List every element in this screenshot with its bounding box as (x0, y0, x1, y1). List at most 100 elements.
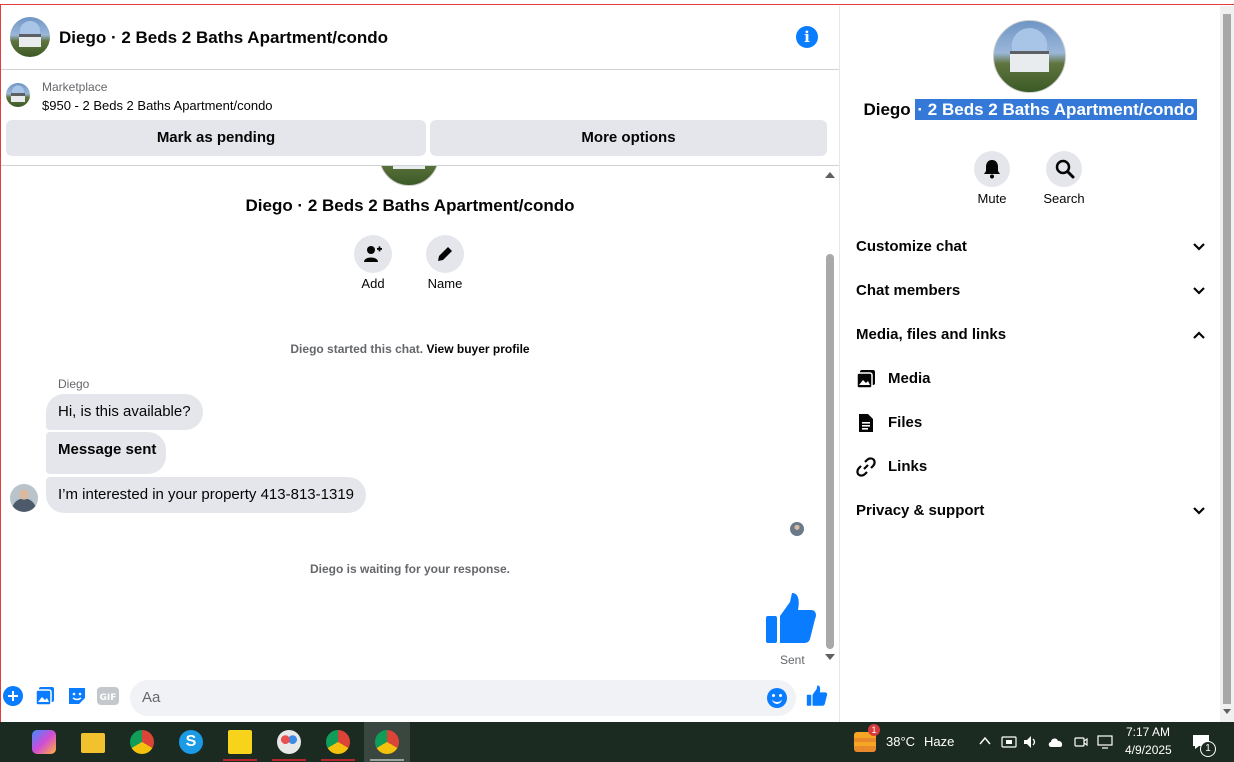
add-person-button[interactable] (354, 235, 392, 273)
message-list: Diego · 2 Beds 2 Baths Apartment/condo A… (1, 166, 823, 671)
display-icon[interactable] (1097, 734, 1113, 750)
app-running-indicator (272, 759, 306, 761)
waiting-notice: Diego is waiting for your response. (309, 562, 511, 576)
meet-camera-icon[interactable] (1073, 734, 1089, 750)
listing-price[interactable]: $950 - 2 Beds 2 Baths Apartment/condo (42, 98, 273, 113)
more-options-button[interactable]: More options (430, 120, 827, 156)
mute-button[interactable] (974, 151, 1010, 187)
edit-name-button[interactable] (426, 235, 464, 273)
customize-chat-label: Customize chat (856, 238, 967, 255)
chat-header: Diego · 2 Beds 2 Baths Apartment/condo i (1, 6, 839, 70)
folder-icon (81, 733, 105, 753)
panel-title-name: Diego (863, 100, 916, 119)
clock-date[interactable]: 4/9/2025 (1125, 743, 1172, 757)
taskbar-chrome[interactable] (119, 722, 165, 762)
onedrive-cloud-icon[interactable] (1047, 734, 1065, 750)
chat-scrollbar[interactable] (823, 166, 837, 671)
taskbar-copilot[interactable] (21, 722, 67, 762)
chrome-icon (375, 730, 399, 754)
emoji-icon[interactable] (767, 688, 787, 708)
page-scrollbar[interactable] (1220, 6, 1234, 722)
photo-icon[interactable] (35, 686, 55, 706)
chat-started-text: Diego started this chat. (290, 342, 424, 356)
search-button[interactable] (1046, 151, 1082, 187)
taskbar-skype[interactable]: S (168, 722, 214, 762)
chevron-up-icon (1193, 331, 1205, 339)
copilot-icon (32, 730, 56, 754)
privacy-support-section[interactable]: Privacy & support (856, 496, 1206, 526)
weather-badge: 1 (868, 724, 880, 736)
chevron-down-icon (1193, 287, 1205, 295)
customize-chat-section[interactable]: Customize chat (856, 232, 1206, 262)
volume-icon[interactable] (1023, 734, 1039, 750)
mute-label: Mute (977, 191, 1007, 206)
message-composer: GIF Aa (1, 671, 839, 722)
sticker-icon[interactable] (67, 686, 87, 706)
media-files-links-section[interactable]: Media, files and links (856, 320, 1206, 350)
taskbar-chrome-profile-1[interactable] (315, 722, 361, 762)
message-input-placeholder: Aa (142, 689, 161, 706)
mark-as-pending-button[interactable]: Mark as pending (6, 120, 426, 156)
bell-icon (984, 160, 1000, 179)
marketplace-label: Marketplace (42, 80, 108, 94)
scroll-down-arrow[interactable] (825, 654, 835, 660)
chrome-icon (130, 730, 154, 754)
info-icon[interactable]: i (796, 26, 818, 48)
conversation-info-panel: Diego · 2 Beds 2 Baths Apartment/condo M… (840, 6, 1220, 722)
name-label: Name (427, 276, 463, 291)
message-input[interactable]: Aa (130, 680, 796, 716)
seen-indicator-avatar (790, 522, 804, 536)
listing-thumbnail[interactable] (6, 83, 30, 107)
link-icon (856, 457, 876, 477)
weather-widget[interactable]: 1 38°C Haze (848, 722, 958, 762)
network-status-icon[interactable] (1001, 734, 1017, 750)
marketplace-listing-bar: Marketplace $950 - 2 Beds 2 Baths Apartm… (1, 70, 839, 166)
chevron-down-icon (1193, 243, 1205, 251)
page-scroll-down-arrow[interactable] (1223, 709, 1231, 714)
view-buyer-profile-link[interactable]: View buyer profile (426, 342, 529, 356)
taskbar-paint[interactable] (266, 722, 312, 762)
message-bubble[interactable]: Hi, is this available? (46, 394, 203, 430)
taskbar-sticky-notes[interactable] (217, 722, 263, 762)
weather-temperature: 38°C (886, 734, 916, 749)
search-label: Search (1043, 191, 1085, 206)
add-label: Add (361, 276, 385, 291)
thumbs-up-icon[interactable] (806, 685, 828, 707)
app-running-indicator (223, 759, 257, 761)
panel-avatar[interactable] (993, 20, 1066, 93)
paint-icon (277, 730, 301, 754)
sender-avatar[interactable] (10, 484, 38, 512)
links-item[interactable]: Links (856, 452, 1056, 482)
message-bubble[interactable]: Message sent (46, 432, 166, 474)
sender-name: Diego (58, 377, 90, 391)
search-icon (1055, 159, 1075, 179)
scroll-thumb[interactable] (826, 254, 834, 649)
notification-count-badge: 1 (1200, 741, 1216, 757)
message-bubble[interactable]: I’m interested in your property 413-813-… (46, 477, 367, 513)
chevron-down-icon (1193, 507, 1205, 515)
chat-members-section[interactable]: Chat members (856, 276, 1206, 306)
chat-title[interactable]: Diego · 2 Beds 2 Baths Apartment/condo (59, 28, 388, 48)
chrome-icon (326, 730, 350, 754)
panel-title[interactable]: Diego · 2 Beds 2 Baths Apartment/condo (840, 99, 1220, 120)
page-scroll-thumb[interactable] (1223, 14, 1231, 704)
plus-icon[interactable] (3, 686, 23, 706)
media-item[interactable]: Media (856, 364, 1056, 394)
window-top-edge (0, 0, 1234, 5)
file-icon (859, 414, 873, 432)
conversation-title: Diego · 2 Beds 2 Baths Apartment/condo (245, 196, 575, 215)
chat-members-label: Chat members (856, 282, 961, 299)
scroll-up-arrow[interactable] (825, 172, 835, 178)
media-files-links-label: Media, files and links (856, 326, 1007, 343)
files-item[interactable]: Files (856, 408, 1056, 438)
chat-avatar[interactable] (10, 17, 50, 57)
svg-text:GIF: GIF (100, 693, 117, 703)
chevron-up-icon[interactable] (978, 734, 992, 748)
clock-time[interactable]: 7:17 AM (1126, 725, 1170, 739)
pencil-icon (438, 247, 452, 261)
taskbar-chrome-profile-2[interactable] (364, 722, 410, 762)
weather-description: Haze (924, 734, 955, 749)
sent-status: Sent (780, 653, 805, 667)
taskbar-file-explorer[interactable] (70, 722, 116, 762)
gif-icon[interactable]: GIF (97, 686, 119, 706)
